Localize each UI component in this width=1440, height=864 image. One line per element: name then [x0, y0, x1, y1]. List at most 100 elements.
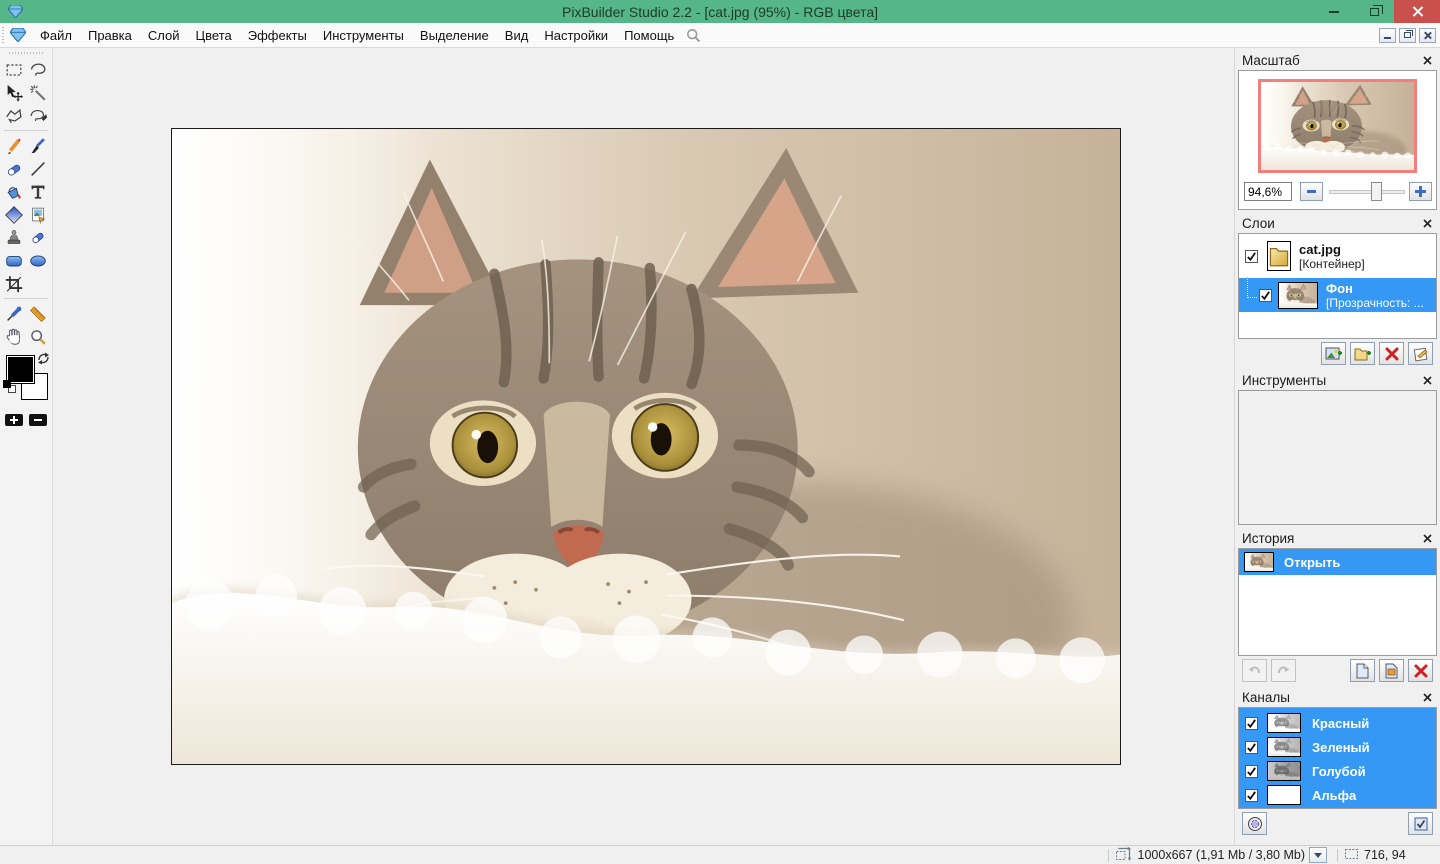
tool-rounded-rectangle[interactable]	[2, 249, 26, 272]
navigator-preview[interactable]	[1258, 79, 1417, 173]
menubar: Файл Правка Слой Цвета Эффекты Инструмен…	[0, 23, 1440, 48]
tool-brush[interactable]	[26, 134, 50, 157]
new-document-from-state-button[interactable]	[1350, 659, 1375, 682]
add-container-button[interactable]	[1350, 342, 1375, 365]
tool-text[interactable]	[26, 180, 50, 203]
layer-name: Фон	[1326, 281, 1424, 296]
redo-button[interactable]	[1271, 659, 1296, 682]
tool-options-title: Инструменты	[1242, 373, 1326, 388]
statusbar-divider	[1337, 849, 1338, 862]
zoom-out-button[interactable]	[1300, 182, 1323, 201]
tool-eraser[interactable]	[2, 157, 26, 180]
color-selector	[0, 352, 52, 412]
tool-lasso[interactable]	[26, 58, 50, 81]
close-icon[interactable]	[1423, 56, 1432, 65]
remove-color-button[interactable]	[29, 414, 47, 426]
close-button[interactable]	[1394, 0, 1440, 23]
tool-pencil[interactable]	[2, 134, 26, 157]
status-dropdown-button[interactable]	[1309, 847, 1327, 863]
close-icon[interactable]	[1423, 219, 1432, 228]
mdi-minimize-button[interactable]	[1379, 28, 1396, 43]
toolbar-separator	[4, 130, 48, 131]
menu-settings[interactable]: Настройки	[536, 25, 616, 46]
toolbar-grip[interactable]	[9, 52, 43, 54]
tool-clone-stamp[interactable]	[2, 226, 26, 249]
load-channel-selection-button[interactable]	[1242, 812, 1267, 835]
tool-gradient[interactable]	[2, 203, 26, 226]
delete-history-button[interactable]	[1408, 659, 1433, 682]
menu-file[interactable]: Файл	[32, 25, 80, 46]
tool-options-content	[1238, 390, 1437, 525]
channel-label: Голубой	[1312, 764, 1366, 779]
channel-visibility-checkbox[interactable]	[1245, 765, 1258, 778]
menu-layer[interactable]: Слой	[140, 25, 188, 46]
zoom-in-button[interactable]	[1409, 182, 1432, 201]
channel-row-blue[interactable]: Голубой	[1239, 759, 1436, 783]
menubar-grip[interactable]	[2, 27, 4, 44]
channel-row-alpha[interactable]: Альфа	[1239, 783, 1436, 807]
layers-panel: Слои cat.jpg [Контейнер]	[1238, 213, 1437, 367]
new-snapshot-button[interactable]	[1379, 659, 1404, 682]
mdi-restore-button[interactable]	[1399, 28, 1416, 43]
undo-button[interactable]	[1242, 659, 1267, 682]
menu-effects[interactable]: Эффекты	[240, 25, 315, 46]
history-item-open[interactable]: Открыть	[1239, 549, 1436, 575]
slider-thumb[interactable]	[1371, 182, 1382, 201]
tool-rectangular-select[interactable]	[2, 58, 26, 81]
document-size-icon	[1115, 846, 1133, 864]
menu-colors[interactable]: Цвета	[188, 25, 240, 46]
layer-visibility-checkbox[interactable]	[1259, 289, 1272, 302]
restore-button[interactable]	[1354, 0, 1394, 23]
layer-visibility-checkbox[interactable]	[1245, 250, 1258, 263]
document-image[interactable]	[171, 128, 1121, 765]
tool-magic-wand[interactable]	[26, 81, 50, 104]
layer-row-background[interactable]: Фон [Прозрачность: ...	[1239, 278, 1436, 312]
history-panel-title: История	[1242, 531, 1294, 546]
channel-visibility-checkbox[interactable]	[1245, 789, 1258, 802]
tool-zoom[interactable]	[26, 325, 50, 348]
minimize-icon	[1329, 11, 1339, 13]
tool-move[interactable]	[2, 81, 26, 104]
menu-help[interactable]: Помощь	[616, 25, 682, 46]
layer-properties-button[interactable]	[1408, 342, 1433, 365]
delete-layer-button[interactable]	[1379, 342, 1404, 365]
channel-visibility-checkbox[interactable]	[1245, 717, 1258, 730]
search-icon[interactable]	[686, 28, 701, 43]
channel-row-red[interactable]: Красный	[1239, 711, 1436, 735]
menu-selection[interactable]: Выделение	[412, 25, 497, 46]
zoom-slider[interactable]	[1329, 182, 1405, 201]
tool-freeform-lasso[interactable]	[26, 104, 50, 127]
zoom-value-input[interactable]	[1244, 182, 1292, 201]
channel-row-green[interactable]: Зеленый	[1239, 735, 1436, 759]
swap-colors-icon[interactable]	[37, 352, 50, 370]
tool-ellipse[interactable]	[26, 249, 50, 272]
tool-line[interactable]	[26, 157, 50, 180]
tool-healing-patch[interactable]	[26, 226, 50, 249]
default-colors-icon[interactable]	[3, 380, 17, 394]
tool-pattern-stamp[interactable]	[26, 203, 50, 226]
tool-eyedropper[interactable]	[2, 302, 26, 325]
tool-fill-bucket[interactable]	[2, 180, 26, 203]
tool-crop[interactable]	[2, 272, 26, 295]
tool-polygon-lasso[interactable]	[2, 104, 26, 127]
channel-visibility-checkbox[interactable]	[1245, 741, 1258, 754]
add-layer-button[interactable]	[1321, 342, 1346, 365]
close-icon[interactable]	[1423, 376, 1432, 385]
tool-ruler[interactable]	[26, 302, 50, 325]
mdi-close-button[interactable]	[1419, 28, 1436, 43]
layers-panel-title: Слои	[1242, 216, 1275, 231]
tool-hand[interactable]	[2, 325, 26, 348]
layer-row-container[interactable]: cat.jpg [Контейнер]	[1239, 234, 1436, 278]
close-icon[interactable]	[1423, 534, 1432, 543]
menu-tools[interactable]: Инструменты	[315, 25, 412, 46]
layer-thumbnail	[1278, 282, 1318, 309]
close-icon[interactable]	[1423, 693, 1432, 702]
add-color-button[interactable]	[5, 414, 23, 426]
menu-view[interactable]: Вид	[497, 25, 537, 46]
minimize-button[interactable]	[1314, 0, 1354, 23]
app-window: PixBuilder Studio 2.2 - [cat.jpg (95%) -…	[0, 0, 1440, 864]
selection-options-button[interactable]	[1408, 812, 1433, 835]
menu-edit[interactable]: Правка	[80, 25, 140, 46]
restore-icon	[1370, 8, 1379, 16]
window-title: PixBuilder Studio 2.2 - [cat.jpg (95%) -…	[0, 4, 1440, 20]
